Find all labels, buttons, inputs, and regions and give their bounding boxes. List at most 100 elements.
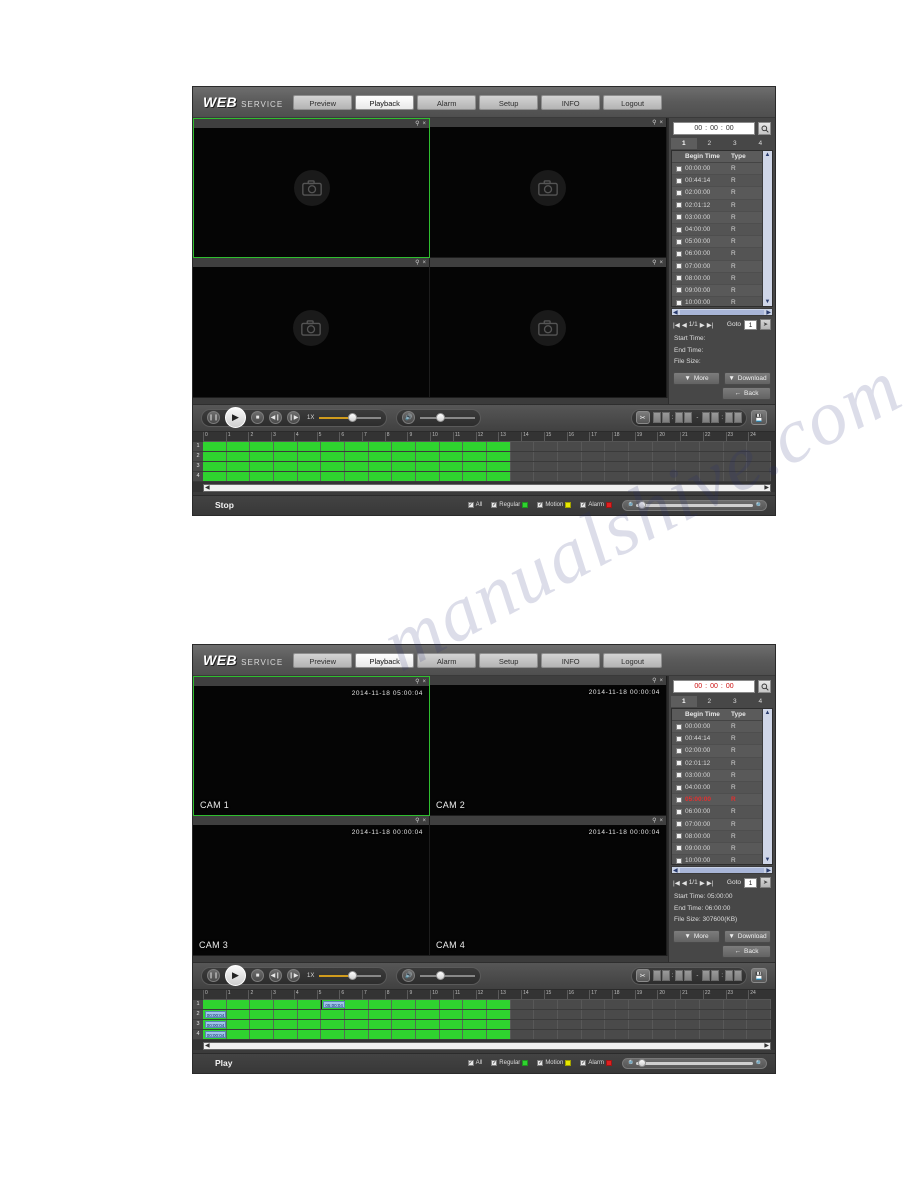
timeline-track-3[interactable] bbox=[203, 461, 771, 472]
table-row[interactable]: 06:00:00 R bbox=[672, 248, 762, 261]
close-icon[interactable]: × bbox=[659, 818, 663, 824]
row-checkbox[interactable] bbox=[675, 250, 682, 257]
table-row[interactable]: 02:00:00 R bbox=[672, 187, 762, 200]
download-button[interactable]: ▼ Download bbox=[724, 929, 771, 943]
row-checkbox[interactable] bbox=[675, 299, 682, 306]
play-button[interactable]: ▶ bbox=[225, 965, 246, 986]
scroll-up-icon[interactable]: ▲ bbox=[765, 151, 771, 159]
timeline-track-4[interactable] bbox=[203, 471, 771, 482]
channel-tab-3[interactable]: 3 bbox=[722, 696, 748, 707]
checkbox[interactable]: ✓ bbox=[467, 502, 474, 508]
search-button[interactable] bbox=[758, 680, 771, 693]
timeline-tracks[interactable]: 05:00:04 00:00:04 00:00:04 00:00:04 bbox=[203, 999, 771, 1040]
legend-all[interactable]: ✓ All bbox=[467, 1060, 482, 1066]
search-time-input[interactable]: 00 : 00 : 00 bbox=[673, 122, 755, 135]
list-horizontal-scrollbar[interactable]: ◀ ▶ bbox=[671, 308, 773, 316]
video-cell-2[interactable]: ⚲ × 2014-11-18 00:00:04 CAM 2 bbox=[430, 676, 667, 816]
scroll-right-icon[interactable]: ▶ bbox=[763, 1042, 770, 1049]
scroll-right-icon[interactable]: ▶ bbox=[765, 309, 772, 316]
checkbox[interactable]: ✓ bbox=[537, 1060, 544, 1066]
video-cell-4[interactable]: ⚲ × 2014-11-18 00:00:04 CAM 4 bbox=[430, 816, 667, 956]
row-checkbox[interactable] bbox=[675, 735, 682, 742]
checkbox[interactable]: ✓ bbox=[467, 1060, 474, 1066]
timeline-track-2[interactable] bbox=[203, 451, 771, 462]
scroll-right-icon[interactable]: ▶ bbox=[763, 484, 770, 491]
tab-info[interactable]: INFO bbox=[541, 652, 601, 668]
legend-regular[interactable]: ✓ Regular bbox=[491, 1060, 529, 1066]
first-page-icon[interactable]: |◀ bbox=[673, 321, 680, 329]
table-row[interactable]: 08:00:00 R bbox=[672, 272, 762, 285]
table-row[interactable]: 09:00:00 R bbox=[672, 284, 762, 298]
volume-slider-knob[interactable] bbox=[436, 971, 446, 980]
table-row[interactable]: 09:00:00 R bbox=[672, 842, 762, 856]
scroll-left-icon[interactable]: ◀ bbox=[204, 1042, 211, 1049]
list-vertical-scrollbar[interactable]: ▲ ▼ bbox=[762, 709, 772, 864]
speed-slider-knob[interactable] bbox=[348, 413, 358, 422]
table-row[interactable]: 00:44:14 R bbox=[672, 175, 762, 188]
timeline-track-3[interactable]: 00:00:04 bbox=[203, 1019, 771, 1030]
volume-icon[interactable]: 🔊 bbox=[402, 969, 416, 982]
speed-slider[interactable] bbox=[319, 413, 382, 423]
row-checkbox[interactable] bbox=[675, 263, 682, 270]
row-checkbox[interactable] bbox=[675, 287, 682, 294]
speed-slider-knob[interactable] bbox=[348, 971, 358, 980]
row-checkbox[interactable] bbox=[675, 747, 682, 754]
table-row[interactable]: 03:00:00 R bbox=[672, 211, 762, 224]
stop-button[interactable]: ■ bbox=[251, 411, 264, 424]
video-cell-1[interactable]: ⚲ × bbox=[193, 118, 430, 258]
tab-setup[interactable]: Setup bbox=[479, 94, 539, 110]
video-cell-1[interactable]: ⚲ × 2014-11-18 05:00:04 CAM 1 bbox=[193, 676, 430, 816]
legend-all[interactable]: ✓ All bbox=[467, 502, 482, 508]
row-checkbox[interactable] bbox=[675, 202, 682, 209]
checkbox[interactable]: ✓ bbox=[537, 502, 544, 508]
row-checkbox[interactable] bbox=[675, 226, 682, 233]
table-row[interactable]: 04:00:00 R bbox=[672, 223, 762, 237]
scroll-left-icon[interactable]: ◀ bbox=[672, 867, 679, 874]
close-icon[interactable]: × bbox=[659, 678, 663, 684]
checkbox[interactable]: ✓ bbox=[580, 502, 587, 508]
timeline-track-1[interactable] bbox=[203, 441, 771, 452]
goto-input[interactable]: 1 bbox=[744, 877, 757, 888]
legend-alarm[interactable]: ✓ Alarm bbox=[580, 1060, 612, 1066]
channel-tab-3[interactable]: 3 bbox=[722, 138, 748, 149]
zoom-knob[interactable] bbox=[638, 500, 647, 509]
row-checkbox[interactable] bbox=[675, 808, 682, 815]
legend-regular[interactable]: ✓ Regular bbox=[491, 502, 529, 508]
video-cell-3[interactable]: ⚲ × bbox=[193, 258, 430, 398]
search-time-input[interactable]: 00 : 00 : 00 bbox=[673, 680, 755, 693]
zoom-in-icon[interactable]: 🔍 bbox=[756, 502, 763, 509]
table-row[interactable]: 00:00:00 R bbox=[672, 163, 762, 176]
play-button[interactable]: ▶ bbox=[225, 407, 246, 428]
row-checkbox[interactable] bbox=[675, 784, 682, 791]
table-row[interactable]: 05:00:00 R bbox=[672, 236, 762, 249]
more-button[interactable]: ▼ More bbox=[673, 929, 720, 943]
search-button[interactable] bbox=[758, 122, 771, 135]
channel-tab-1[interactable]: 1 bbox=[671, 138, 697, 149]
timeline-zoom-control[interactable]: 🔎 🔍 bbox=[622, 1057, 767, 1069]
row-checkbox[interactable] bbox=[675, 857, 682, 864]
video-cell-4[interactable]: ⚲ × bbox=[430, 258, 667, 398]
scroll-right-icon[interactable]: ▶ bbox=[765, 867, 772, 874]
zoom-track[interactable] bbox=[636, 1058, 753, 1067]
digital-zoom-icon[interactable]: ⚲ bbox=[652, 260, 656, 266]
save-icon[interactable]: 💾 bbox=[751, 968, 767, 983]
timeline-track-2[interactable]: 00:00:04 bbox=[203, 1009, 771, 1020]
scissors-icon[interactable]: ✂ bbox=[635, 969, 650, 982]
table-row[interactable]: 02:01:12 R bbox=[672, 199, 762, 212]
checkbox[interactable]: ✓ bbox=[580, 1060, 587, 1066]
speed-slider[interactable] bbox=[319, 971, 382, 981]
goto-button[interactable]: ➤ bbox=[760, 319, 771, 330]
table-row[interactable]: 07:00:00 R bbox=[672, 818, 762, 831]
row-checkbox[interactable] bbox=[675, 760, 682, 767]
table-row[interactable]: 08:00:00 R bbox=[672, 830, 762, 843]
clip-start-time[interactable]: : bbox=[652, 412, 693, 423]
table-row[interactable]: 00:00:00 R bbox=[672, 721, 762, 734]
digital-zoom-icon[interactable]: ⚲ bbox=[415, 121, 419, 127]
list-vertical-scrollbar[interactable]: ▲ ▼ bbox=[762, 151, 772, 306]
download-button[interactable]: ▼ Download bbox=[724, 371, 771, 385]
next-page-icon[interactable]: ▶ bbox=[700, 879, 705, 887]
tab-logout[interactable]: Logout bbox=[603, 652, 663, 668]
timeline-track-1[interactable]: 05:00:04 bbox=[203, 999, 771, 1010]
row-checkbox[interactable] bbox=[675, 723, 682, 730]
channel-tab-1[interactable]: 1 bbox=[671, 696, 697, 707]
